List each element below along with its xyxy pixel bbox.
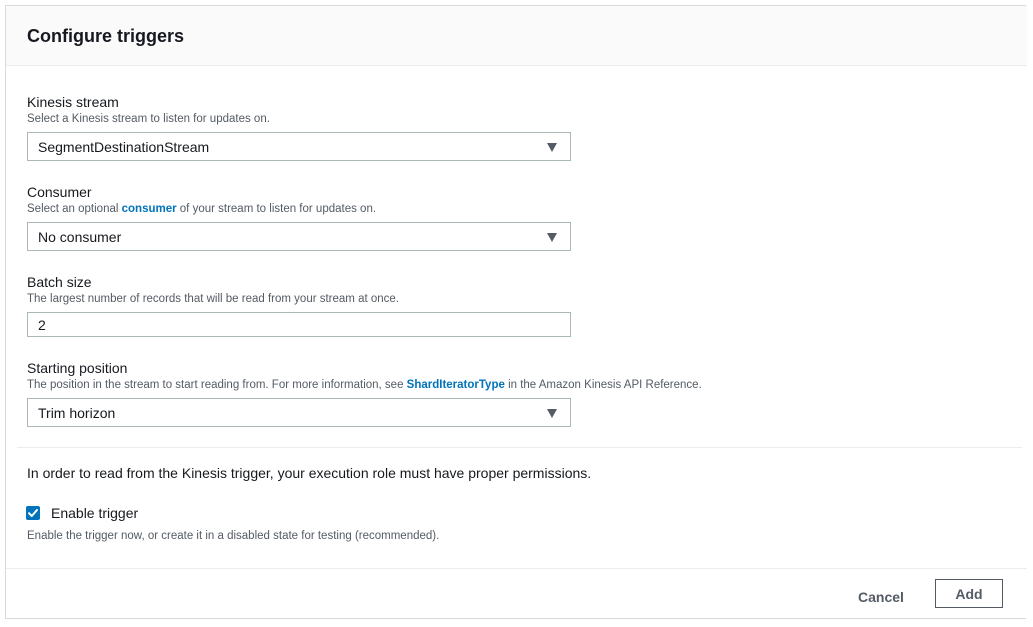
consumer-link[interactable]: consumer	[122, 203, 177, 215]
starting-position-description-text: The position in the stream to start read…	[27, 379, 407, 391]
batch-size-input[interactable]	[27, 312, 571, 337]
consumer-description-text: Select an optional	[27, 203, 122, 215]
consumer-description: Select an optional consumer of your stre…	[27, 203, 376, 215]
kinesis-stream-label: Kinesis stream	[27, 94, 119, 110]
checkmark-icon	[28, 509, 38, 517]
starting-position-description: The position in the stream to start read…	[27, 379, 702, 391]
panel-header: Configure triggers	[6, 6, 1027, 66]
cancel-button[interactable]: Cancel	[840, 584, 922, 610]
shard-iterator-type-link[interactable]: ShardIteratorType	[407, 379, 505, 391]
starting-position-label: Starting position	[27, 360, 128, 376]
batch-size-description: The largest number of records that will …	[27, 293, 399, 305]
consumer-select[interactable]: No consumer	[27, 222, 571, 251]
consumer-selected-value: No consumer	[38, 229, 122, 245]
kinesis-stream-description: Select a Kinesis stream to listen for up…	[27, 113, 270, 125]
chevron-down-icon	[547, 409, 557, 418]
configure-triggers-panel: Configure triggers Kinesis stream Select…	[5, 5, 1027, 619]
chevron-down-icon	[547, 233, 557, 242]
chevron-down-icon	[547, 143, 557, 152]
kinesis-stream-selected-value: SegmentDestinationStream	[38, 139, 210, 155]
starting-position-description-suffix: in the Amazon Kinesis API Reference.	[504, 379, 702, 391]
footer-divider	[6, 568, 1027, 569]
starting-position-select[interactable]: Trim horizon	[27, 398, 571, 427]
section-divider	[17, 447, 1022, 448]
permissions-note: In order to read from the Kinesis trigge…	[27, 465, 592, 481]
enable-trigger-label[interactable]: Enable trigger	[51, 505, 138, 521]
batch-size-label: Batch size	[27, 274, 92, 290]
consumer-description-suffix: of your stream to listen for updates on.	[176, 203, 377, 215]
panel-title: Configure triggers	[27, 26, 185, 46]
kinesis-stream-select[interactable]: SegmentDestinationStream	[27, 132, 571, 161]
enable-trigger-checkbox[interactable]	[26, 506, 40, 520]
starting-position-selected-value: Trim horizon	[38, 405, 116, 421]
enable-trigger-description: Enable the trigger now, or create it in …	[27, 530, 440, 542]
add-button[interactable]: Add	[935, 579, 1003, 608]
consumer-label: Consumer	[27, 184, 92, 200]
